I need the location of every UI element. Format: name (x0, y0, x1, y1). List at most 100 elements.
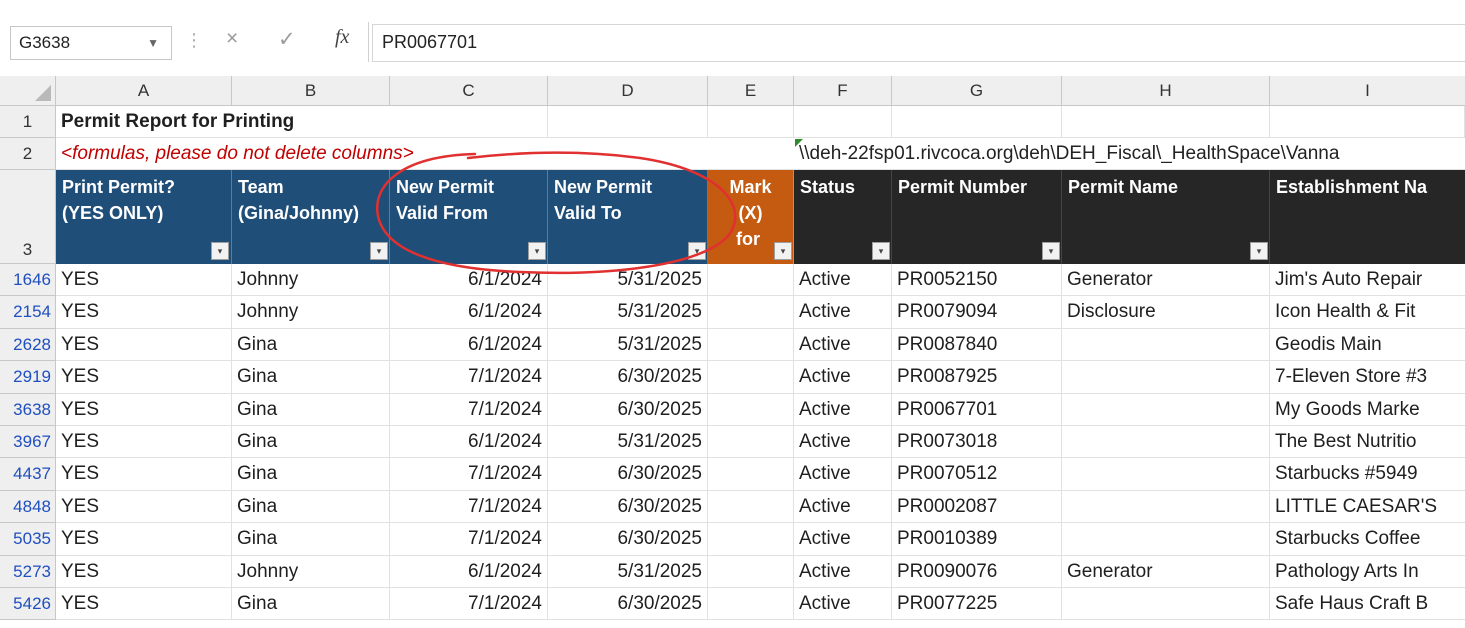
establishment-cell[interactable]: Starbucks #5949 (1270, 458, 1465, 491)
establishment-cell[interactable]: LITTLE CAESAR'S (1270, 491, 1465, 524)
row-header[interactable]: 5273 (0, 555, 56, 588)
report-title[interactable]: Permit Report for Printing (56, 106, 392, 138)
mark-cell[interactable] (708, 555, 794, 588)
valid-from-cell[interactable]: 7/1/2024 (390, 588, 548, 621)
row-header[interactable]: 3638 (0, 393, 56, 426)
permit-number-cell[interactable]: PR0079094 (892, 296, 1062, 329)
permit-name-cell[interactable] (1062, 426, 1270, 459)
permit-name-cell[interactable] (1062, 328, 1270, 362)
mark-cell[interactable] (708, 458, 794, 491)
mark-cell[interactable] (708, 426, 794, 459)
status-cell[interactable]: Active (794, 588, 892, 621)
team-cell[interactable]: Gina (232, 458, 390, 491)
valid-from-cell[interactable]: 7/1/2024 (390, 490, 548, 524)
row-header[interactable]: 4848 (0, 490, 56, 524)
filter-dropdown-icon[interactable]: ▾ (688, 242, 706, 260)
establishment-cell[interactable]: Geodis Main (1270, 329, 1465, 362)
print-permit-cell[interactable]: YES (56, 296, 232, 329)
filter-dropdown-icon[interactable]: ▾ (370, 242, 388, 260)
permit-number-cell[interactable]: PR0010389 (892, 523, 1062, 556)
empty-cell[interactable] (548, 106, 708, 138)
team-cell[interactable]: Gina (232, 328, 390, 362)
row-header[interactable]: 4437 (0, 458, 56, 491)
cancel-icon[interactable]: × (226, 27, 238, 51)
valid-to-cell[interactable]: 6/30/2025 (548, 523, 708, 556)
column-header-e[interactable]: E (708, 76, 794, 106)
empty-cell[interactable] (892, 106, 1062, 138)
permit-name-cell[interactable]: Generator (1062, 555, 1270, 588)
mark-cell[interactable] (708, 393, 794, 426)
valid-from-cell[interactable]: 7/1/2024 (390, 523, 548, 556)
team-cell[interactable]: Gina (232, 393, 390, 426)
permit-name-cell[interactable]: Generator (1062, 264, 1270, 297)
valid-to-cell[interactable]: 6/30/2025 (548, 393, 708, 426)
worksheet-grid[interactable]: ABCDEFGHI 1 2 3 Permit Report for Printi… (0, 76, 1465, 628)
mark-cell[interactable] (708, 361, 794, 394)
chevron-down-icon[interactable]: ▼ (147, 27, 159, 59)
filter-active-icon[interactable]: ▾ (211, 242, 229, 260)
team-cell[interactable]: Gina (232, 490, 390, 524)
print-permit-cell[interactable]: YES (56, 458, 232, 491)
empty-cell[interactable] (1062, 106, 1270, 138)
valid-to-cell[interactable]: 6/30/2025 (548, 361, 708, 394)
valid-to-cell[interactable]: 5/31/2025 (548, 296, 708, 329)
team-cell[interactable]: Johnny (232, 264, 390, 297)
empty-cell[interactable] (390, 106, 548, 138)
permit-number-cell[interactable]: PR0087925 (892, 361, 1062, 394)
column-header-c[interactable]: C (390, 76, 548, 106)
status-cell[interactable]: Active (794, 523, 892, 556)
header-valid-to[interactable]: New Permit Valid To (548, 170, 708, 264)
column-header-d[interactable]: D (548, 76, 708, 106)
print-permit-cell[interactable]: YES (56, 588, 232, 621)
row-header[interactable]: 2 (0, 138, 56, 170)
row-header[interactable]: 5035 (0, 523, 56, 556)
permit-number-cell[interactable]: PR0087840 (892, 328, 1062, 362)
column-header-g[interactable]: G (892, 76, 1062, 106)
valid-from-cell[interactable]: 6/1/2024 (390, 328, 548, 362)
establishment-cell[interactable]: Safe Haus Craft B (1270, 588, 1465, 621)
establishment-cell[interactable]: 7-Eleven Store #3 (1270, 361, 1465, 394)
print-permit-cell[interactable]: YES (56, 490, 232, 524)
status-cell[interactable]: Active (794, 361, 892, 394)
establishment-cell[interactable]: The Best Nutritio (1270, 426, 1465, 459)
team-cell[interactable]: Gina (232, 588, 390, 621)
row-header[interactable]: 2154 (0, 296, 56, 329)
status-cell[interactable]: Active (794, 490, 892, 524)
header-team[interactable]: Team (Gina/Johnny) (232, 170, 390, 264)
column-header-b[interactable]: B (232, 76, 390, 106)
status-cell[interactable]: Active (794, 296, 892, 329)
filter-dropdown-icon[interactable]: ▾ (774, 242, 792, 260)
valid-to-cell[interactable]: 5/31/2025 (548, 555, 708, 588)
row-header[interactable]: 1646 (0, 264, 56, 297)
valid-from-cell[interactable]: 6/1/2024 (390, 426, 548, 459)
team-cell[interactable]: Johnny (232, 555, 390, 588)
filter-dropdown-icon[interactable]: ▾ (528, 242, 546, 260)
establishment-cell[interactable]: Pathology Arts In (1270, 556, 1465, 588)
team-cell[interactable]: Gina (232, 361, 390, 394)
valid-to-cell[interactable]: 5/31/2025 (548, 264, 708, 297)
mark-cell[interactable] (708, 328, 794, 362)
formula-warning-note[interactable]: <formulas, please do not delete columns> (56, 138, 794, 170)
print-permit-cell[interactable]: YES (56, 555, 232, 588)
status-cell[interactable]: Active (794, 426, 892, 459)
header-valid-from[interactable]: New Permit Valid From (390, 170, 548, 264)
row-header[interactable]: 2628 (0, 328, 56, 362)
permit-number-cell[interactable]: PR0052150 (892, 264, 1062, 297)
formula-input[interactable] (372, 24, 1465, 62)
valid-from-cell[interactable]: 6/1/2024 (390, 296, 548, 329)
print-permit-cell[interactable]: YES (56, 393, 232, 426)
print-permit-cell[interactable]: YES (56, 328, 232, 362)
valid-from-cell[interactable]: 6/1/2024 (390, 555, 548, 588)
permit-name-cell[interactable] (1062, 393, 1270, 426)
status-cell[interactable]: Active (794, 328, 892, 362)
establishment-cell[interactable]: Icon Health & Fit (1270, 296, 1465, 329)
empty-cell[interactable] (708, 106, 794, 138)
mark-cell[interactable] (708, 264, 794, 297)
permit-number-cell[interactable]: PR0073018 (892, 426, 1062, 459)
status-cell[interactable]: Active (794, 264, 892, 297)
valid-to-cell[interactable]: 5/31/2025 (548, 328, 708, 362)
valid-to-cell[interactable]: 6/30/2025 (548, 458, 708, 491)
valid-to-cell[interactable]: 5/31/2025 (548, 426, 708, 459)
print-permit-cell[interactable]: YES (56, 361, 232, 394)
mark-cell[interactable] (708, 296, 794, 329)
